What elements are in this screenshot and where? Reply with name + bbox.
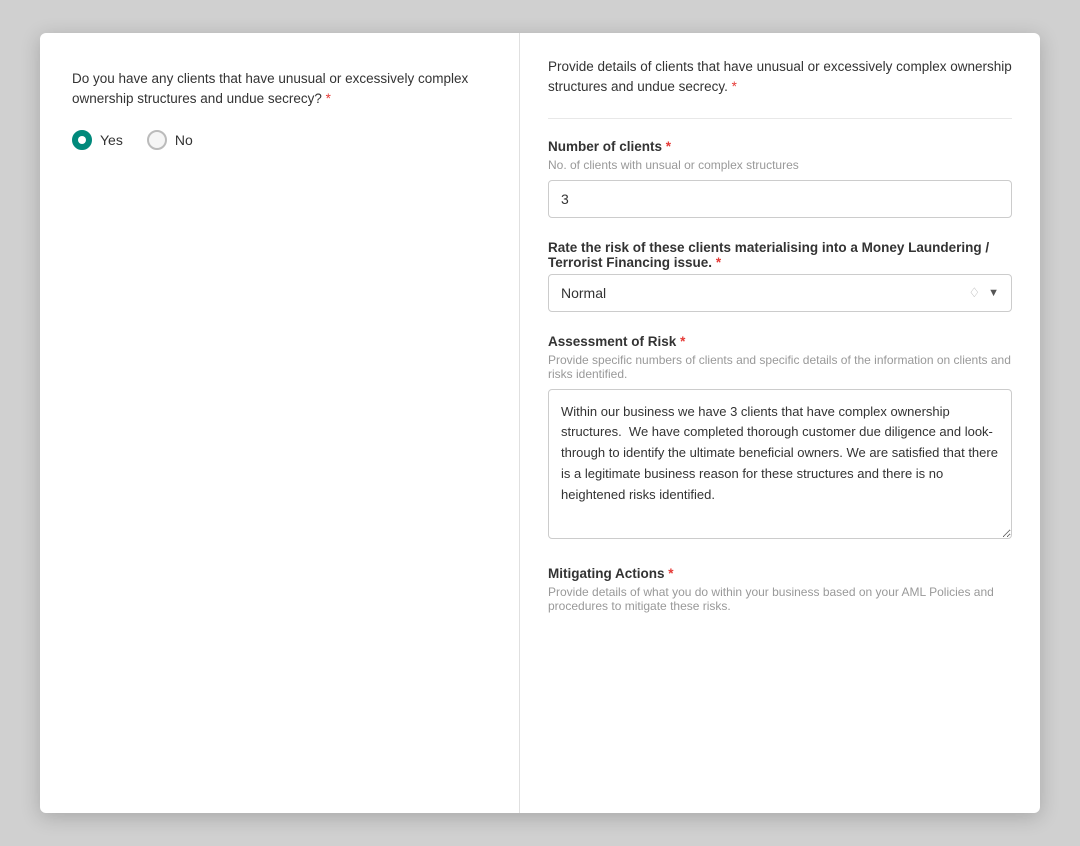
no-radio-text: No <box>175 132 193 148</box>
left-question-text: Do you have any clients that have unusua… <box>72 71 468 106</box>
risk-rating-label: Rate the risk of these clients materiali… <box>548 240 1012 270</box>
assessment-of-risk-textarea[interactable]: Within our business we have 3 clients th… <box>548 389 1012 539</box>
risk-rating-selected-value: Normal <box>561 285 606 301</box>
diamond-icon: ♢ <box>968 285 980 301</box>
mitigating-actions-label: Mitigating Actions * <box>548 566 1012 581</box>
assessment-of-risk-required: * <box>680 334 685 349</box>
right-required-star: * <box>732 79 737 94</box>
number-of-clients-label: Number of clients * <box>548 139 1012 154</box>
mitigating-actions-hint: Provide details of what you do within yo… <box>548 585 1012 613</box>
number-of-clients-field: Number of clients * No. of clients with … <box>548 139 1012 218</box>
number-of-clients-hint: No. of clients with unsual or complex st… <box>548 158 1012 172</box>
risk-rating-select[interactable]: Normal ♢ ▼ <box>548 274 1012 312</box>
chevron-down-icon: ▼ <box>988 287 999 299</box>
yes-radio-text: Yes <box>100 132 123 148</box>
left-panel: Do you have any clients that have unusua… <box>40 33 520 813</box>
assessment-of-risk-field: Assessment of Risk * Provide specific nu… <box>548 334 1012 544</box>
mitigating-actions-required: * <box>668 566 673 581</box>
assessment-of-risk-hint: Provide specific numbers of clients and … <box>548 353 1012 381</box>
right-heading: Provide details of clients that have unu… <box>548 57 1012 98</box>
assessment-of-risk-label: Assessment of Risk * <box>548 334 1012 349</box>
left-question: Do you have any clients that have unusua… <box>72 69 487 110</box>
left-required-star: * <box>326 91 331 106</box>
number-of-clients-required: * <box>666 139 671 154</box>
yes-radio-button[interactable] <box>72 130 92 150</box>
main-card: Do you have any clients that have unusua… <box>40 33 1040 813</box>
risk-rating-select-wrapper: Normal ♢ ▼ <box>548 274 1012 312</box>
mitigating-actions-field: Mitigating Actions * Provide details of … <box>548 566 1012 613</box>
divider <box>548 118 1012 119</box>
number-of-clients-input[interactable] <box>548 180 1012 218</box>
yes-no-radio-group: Yes No <box>72 130 487 150</box>
risk-rating-required: * <box>716 255 721 270</box>
yes-radio-label[interactable]: Yes <box>72 130 123 150</box>
no-radio-button[interactable] <box>147 130 167 150</box>
right-panel: Provide details of clients that have unu… <box>520 33 1040 813</box>
risk-rating-field: Rate the risk of these clients materiali… <box>548 240 1012 312</box>
right-heading-text: Provide details of clients that have unu… <box>548 59 1012 94</box>
no-radio-label[interactable]: No <box>147 130 193 150</box>
